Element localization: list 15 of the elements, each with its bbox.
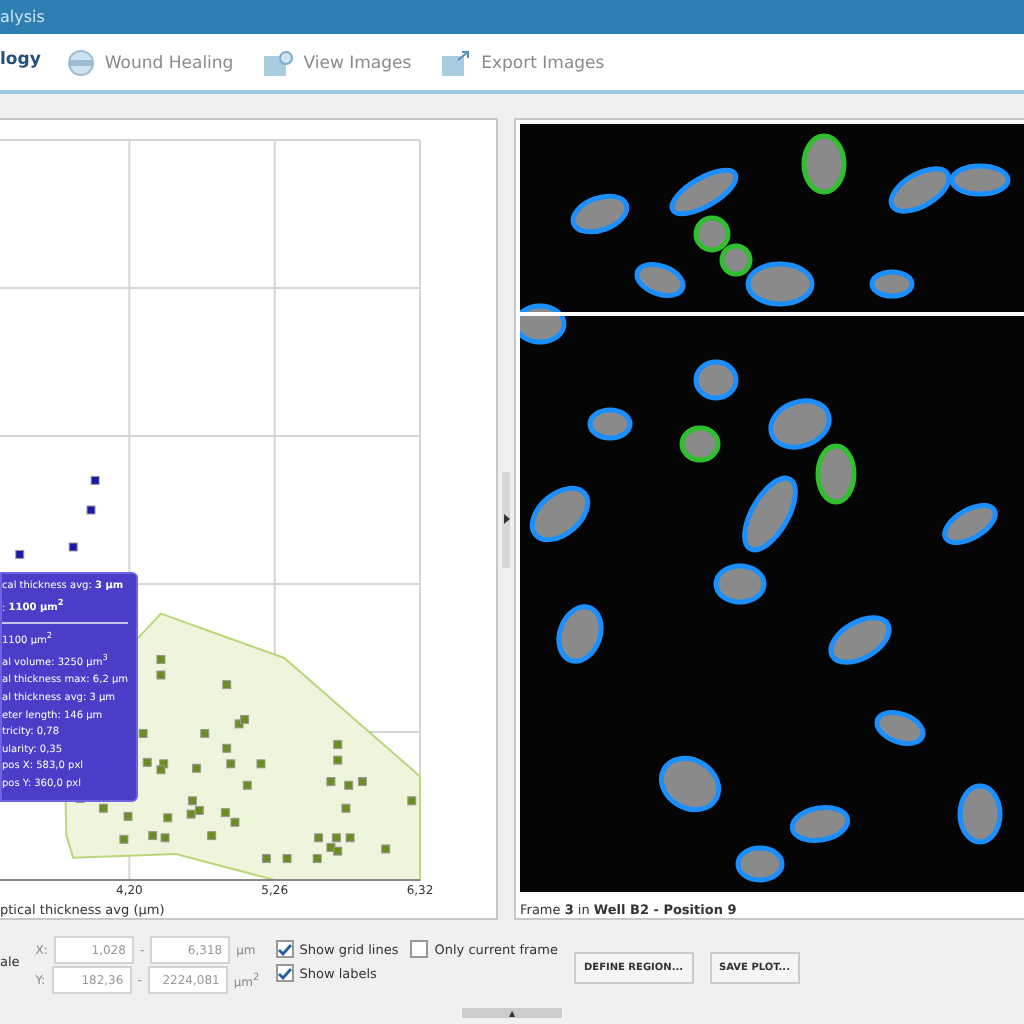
toolbar-tab[interactable]: Wound Healing xyxy=(68,50,234,76)
image-icon xyxy=(261,50,294,78)
data-point[interactable] xyxy=(68,542,78,552)
checkbox-box[interactable] xyxy=(275,964,294,982)
toolbar-tab[interactable]: logy xyxy=(0,50,41,70)
checkbox-box[interactable] xyxy=(410,940,429,958)
window-title: alysis xyxy=(0,8,45,26)
checkbox-box[interactable] xyxy=(275,940,294,958)
data-point[interactable] xyxy=(86,505,96,515)
data-point[interactable] xyxy=(15,549,25,559)
arrow-right-icon xyxy=(503,514,509,524)
disc-icon xyxy=(68,50,95,76)
image-export-icon xyxy=(439,50,472,78)
data-point[interactable] xyxy=(90,475,100,485)
toolbar-tab[interactable]: View Images xyxy=(261,50,412,78)
